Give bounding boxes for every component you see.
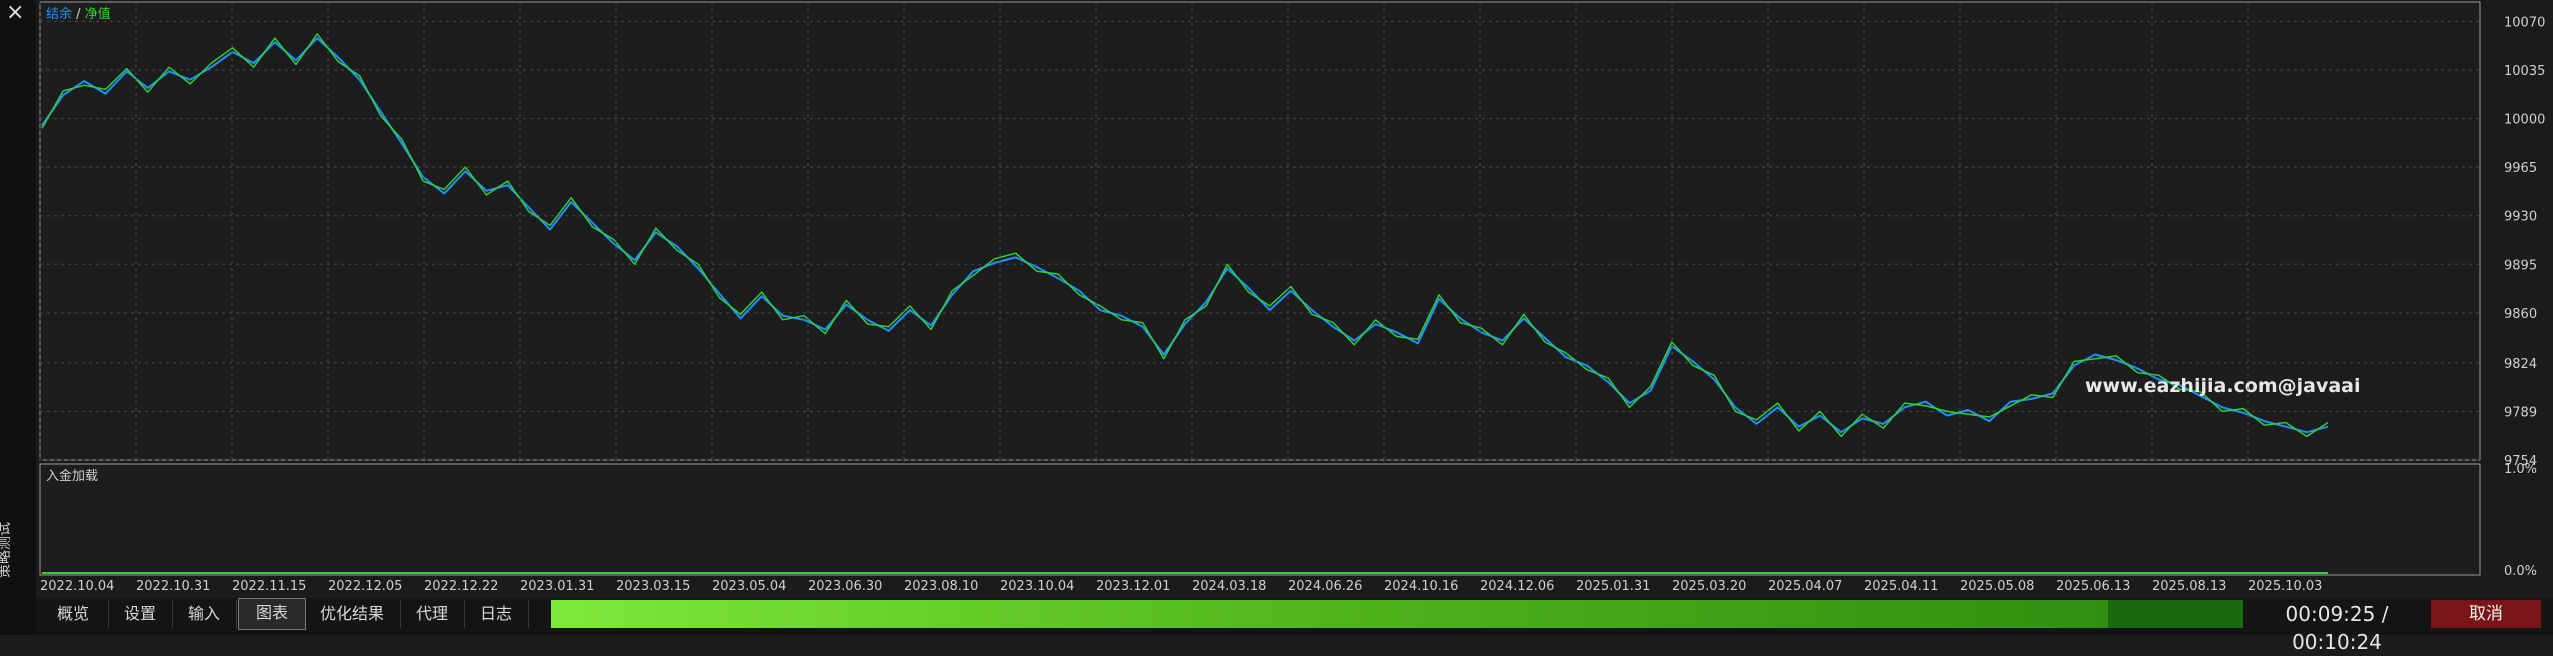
y-tick-label: 9930	[2504, 210, 2537, 225]
tab-1[interactable]: 设置	[108, 600, 173, 628]
x-tick-label: 2025.04.07	[1768, 579, 1842, 594]
deposit-y-tick: 1.0%	[2504, 462, 2537, 477]
legend: 结余 / 净值	[46, 6, 111, 22]
x-tick-label: 2024.06.26	[1288, 579, 1362, 594]
deposit-title: 入金加载	[46, 468, 98, 484]
y-tick-label: 9824	[2504, 357, 2537, 372]
x-tick-label: 2024.10.16	[1384, 579, 1458, 594]
y-tick-label: 9895	[2504, 258, 2537, 273]
x-tick-label: 2022.11.15	[232, 579, 306, 594]
tab-2[interactable]: 输入	[172, 600, 237, 628]
x-tick-label: 2025.04.11	[1864, 579, 1938, 594]
x-tick-label: 2023.08.10	[904, 579, 978, 594]
x-tick-label: 2023.03.15	[616, 579, 690, 594]
y-tick-label: 10035	[2504, 64, 2545, 79]
y-tick-label: 9860	[2504, 307, 2537, 322]
chart-area: 1007010035100009965993098959860982497899…	[39, 1, 2545, 594]
x-tick-label: 2025.08.13	[2152, 579, 2226, 594]
x-tick-label: 2024.03.18	[1192, 579, 1266, 594]
x-tick-label: 2022.10.31	[136, 579, 210, 594]
deposit-frame	[39, 463, 2481, 576]
legend-balance: 结余	[46, 6, 72, 22]
x-tick-label: 2025.05.08	[1960, 579, 2034, 594]
watermark: www.eazhijia.com@javaai	[2085, 375, 2361, 397]
x-tick-label: 2022.10.04	[40, 579, 114, 594]
y-tick-label: 10000	[2504, 113, 2545, 128]
x-tick-label: 2025.03.20	[1672, 579, 1746, 594]
y-tick-label: 10070	[2504, 15, 2545, 30]
deposit-y-tick: 0.0%	[2504, 564, 2537, 579]
elapsed-time: 00:09:25 / 00:10:24	[2285, 602, 2389, 654]
x-tick-label: 2025.10.03	[2248, 579, 2322, 594]
tab-0[interactable]: 概览	[38, 600, 109, 628]
progress-bar	[551, 600, 2243, 628]
tab-6[interactable]: 日志	[464, 600, 529, 628]
x-tick-label: 2023.01.31	[520, 579, 594, 594]
progress-fill	[551, 600, 2108, 628]
y-tick-label: 9789	[2504, 405, 2537, 420]
y-tick-label: 9965	[2504, 161, 2537, 176]
x-tick-label: 2022.12.22	[424, 579, 498, 594]
x-tick-label: 2023.05.04	[712, 579, 786, 594]
x-tick-label: 2022.12.05	[328, 579, 402, 594]
x-tick-label: 2023.12.01	[1096, 579, 1170, 594]
x-tick-label: 2023.10.04	[1000, 579, 1074, 594]
cancel-button[interactable]: 取消	[2431, 600, 2541, 628]
tab-4[interactable]: 优化结果	[304, 600, 401, 628]
x-tick-label: 2023.06.30	[808, 579, 882, 594]
legend-separator: /	[72, 7, 85, 22]
tab-5[interactable]: 代理	[400, 600, 465, 628]
x-tick-label: 2024.12.06	[1480, 579, 1554, 594]
equity-chart-panel: 1007010035100009965993098959860982497899…	[39, 1, 2545, 469]
tab-3[interactable]: 图表	[238, 598, 306, 630]
x-tick-label: 2025.06.13	[2056, 579, 2130, 594]
legend-equity: 净值	[85, 6, 111, 22]
x-tick-label: 2025.01.31	[1576, 579, 1650, 594]
